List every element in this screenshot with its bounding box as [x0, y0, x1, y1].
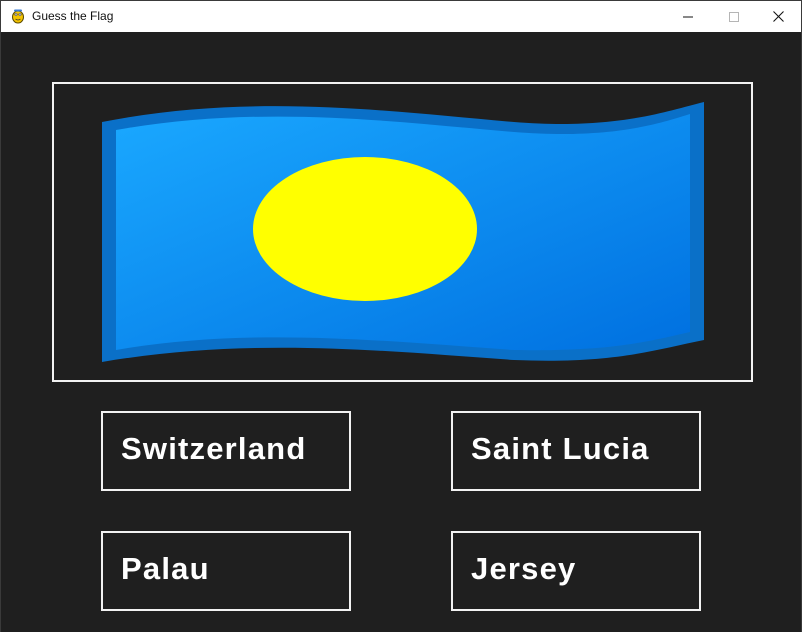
answer-label: Jersey — [471, 551, 577, 586]
answer-button-saint-lucia[interactable]: Saint Lucia — [451, 411, 701, 491]
close-button[interactable] — [755, 1, 801, 32]
maximize-icon — [729, 11, 739, 22]
answer-label: Saint Lucia — [471, 431, 650, 466]
minimize-button[interactable] — [665, 1, 711, 32]
minimize-icon — [683, 16, 693, 17]
palau-flag — [102, 102, 704, 362]
window-title: Guess the Flag — [32, 9, 114, 23]
close-icon — [772, 11, 784, 22]
pygame-snake-icon — [12, 9, 24, 24]
title-bar[interactable]: Guess the Flag — [1, 1, 801, 33]
answer-button-palau[interactable]: Palau — [101, 531, 351, 611]
flag-frame — [52, 82, 753, 382]
maximize-button[interactable] — [711, 1, 757, 32]
answer-label: Switzerland — [121, 431, 307, 466]
game-area: Switzerland Saint Lucia Palau Jersey — [1, 32, 801, 632]
answer-label: Palau — [121, 551, 210, 586]
answer-button-switzerland[interactable]: Switzerland — [101, 411, 351, 491]
answer-button-jersey[interactable]: Jersey — [451, 531, 701, 611]
app-window: Guess the Flag Switzerland Saint Lucia P… — [0, 0, 802, 632]
flag-disc — [253, 157, 477, 301]
